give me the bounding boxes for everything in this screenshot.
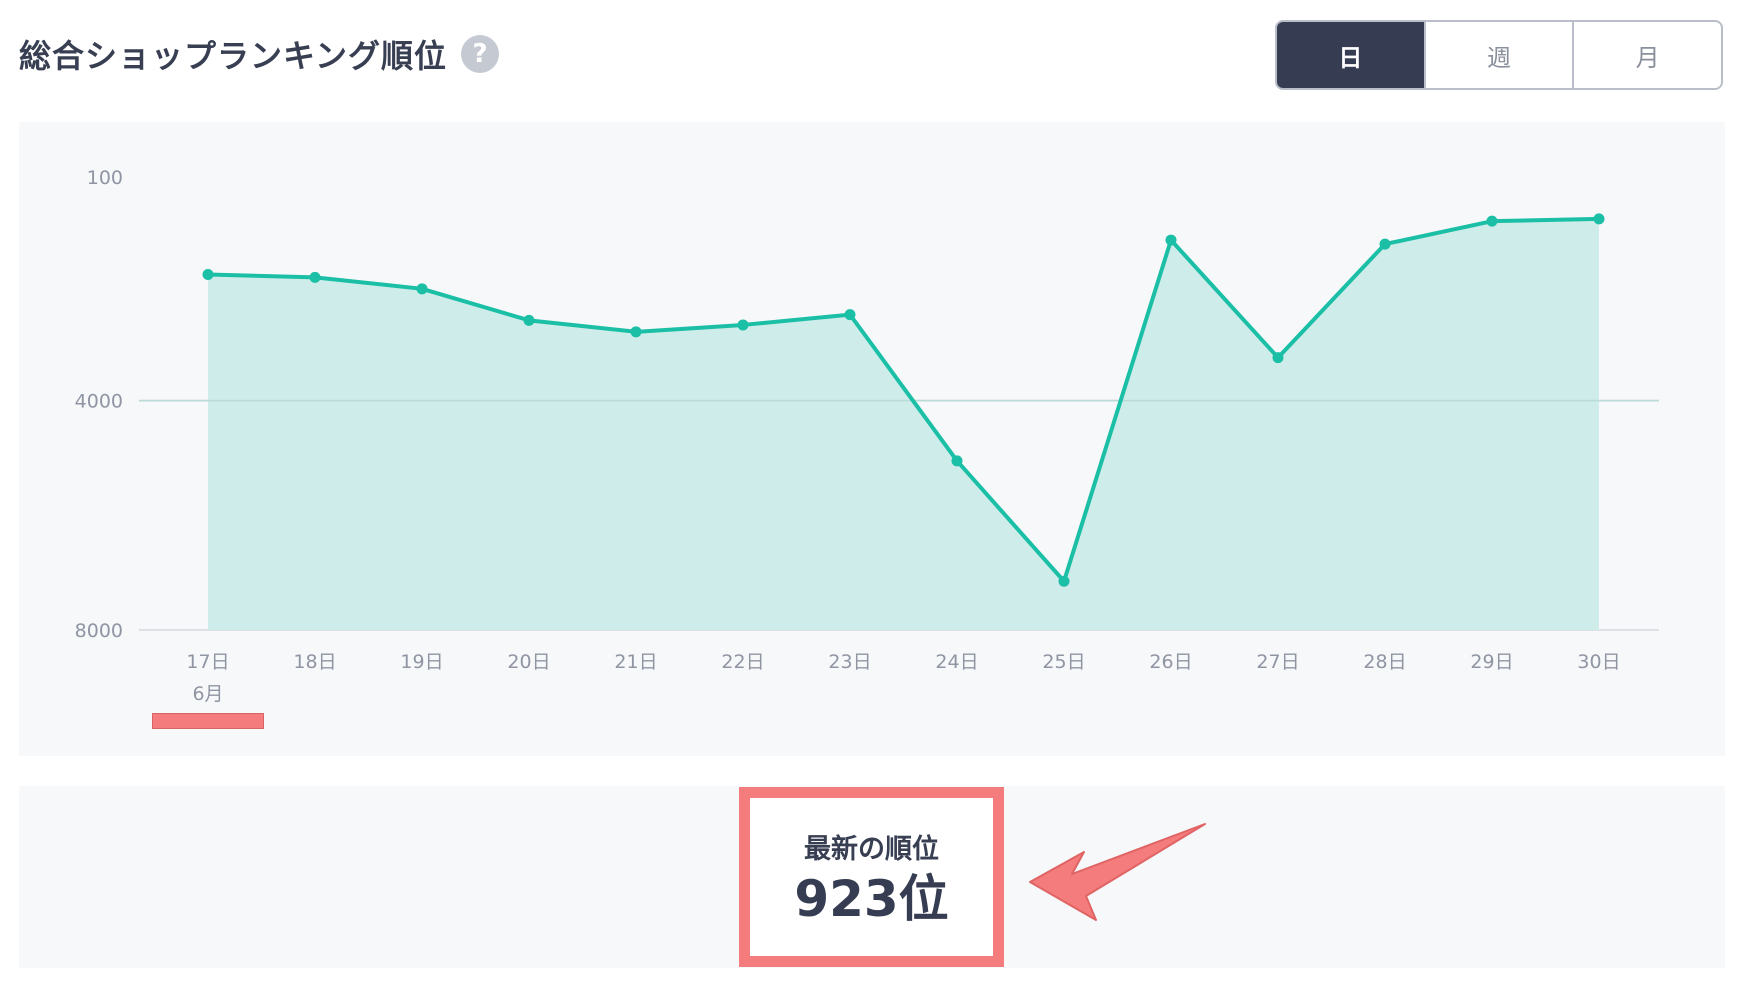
ranking-chart: 100 4000 8000 17日 18日 19日 20日 21日 22日 23日 24日 25日 26… — [75, 167, 1659, 705]
page-title: 総合ショップランキング順位 — [19, 37, 448, 75]
period-button-day[interactable]: 日 — [1277, 22, 1424, 88]
data-point[interactable] — [1272, 352, 1284, 364]
x-tick-label: 27日 — [1256, 651, 1299, 673]
y-tick-label: 4000 — [75, 391, 123, 413]
x-tick-label: 18日 — [293, 651, 336, 673]
period-button-week[interactable]: 週 — [1423, 22, 1573, 88]
x-tick-label: 19日 — [400, 651, 443, 673]
data-point[interactable] — [523, 314, 535, 326]
data-point[interactable] — [1058, 575, 1070, 587]
data-point[interactable] — [951, 455, 963, 467]
data-point[interactable] — [1165, 234, 1177, 246]
y-tick-label: 100 — [87, 167, 123, 189]
month-highlight-marker — [152, 713, 264, 729]
x-tick-label: 26日 — [1149, 651, 1192, 673]
title-row: 総合ショップランキング順位 ? — [19, 28, 500, 80]
latest-rank-box: 最新の順位 923位 — [739, 787, 1004, 967]
data-point[interactable] — [630, 326, 642, 338]
data-point[interactable] — [309, 271, 321, 283]
data-point[interactable] — [737, 319, 749, 331]
x-tick-label: 17日 — [186, 651, 229, 673]
x-tick-label: 25日 — [1042, 651, 1085, 673]
ranking-chart-panel: 100 4000 8000 17日 18日 19日 20日 21日 22日 23日 24日 25日 26… — [19, 122, 1725, 756]
data-point[interactable] — [202, 268, 214, 280]
data-point[interactable] — [844, 309, 856, 321]
x-tick-label: 24日 — [935, 651, 978, 673]
period-button-month[interactable]: 月 — [1572, 22, 1721, 88]
month-label: 6月 — [192, 683, 223, 705]
y-tick-label: 8000 — [75, 620, 123, 642]
latest-rank-value: 923位 — [794, 870, 949, 928]
period-toggle: 日 週 月 — [1275, 20, 1723, 90]
question-circle-icon[interactable]: ? — [461, 35, 500, 73]
x-tick-label: 20日 — [507, 651, 550, 673]
data-point[interactable] — [1379, 238, 1391, 250]
x-tick-label: 23日 — [828, 651, 871, 673]
x-tick-label: 28日 — [1363, 651, 1406, 673]
x-tick-label: 22日 — [721, 651, 764, 673]
data-point[interactable] — [1593, 213, 1605, 225]
x-tick-label: 29日 — [1470, 651, 1513, 673]
data-point[interactable] — [1486, 215, 1498, 227]
data-point[interactable] — [416, 283, 428, 295]
pointer-arrow-icon — [1029, 823, 1206, 921]
latest-rank-label: 最新の順位 — [804, 834, 939, 865]
x-tick-label: 21日 — [614, 651, 657, 673]
series-area — [208, 218, 1599, 630]
x-tick-label: 30日 — [1577, 651, 1620, 673]
